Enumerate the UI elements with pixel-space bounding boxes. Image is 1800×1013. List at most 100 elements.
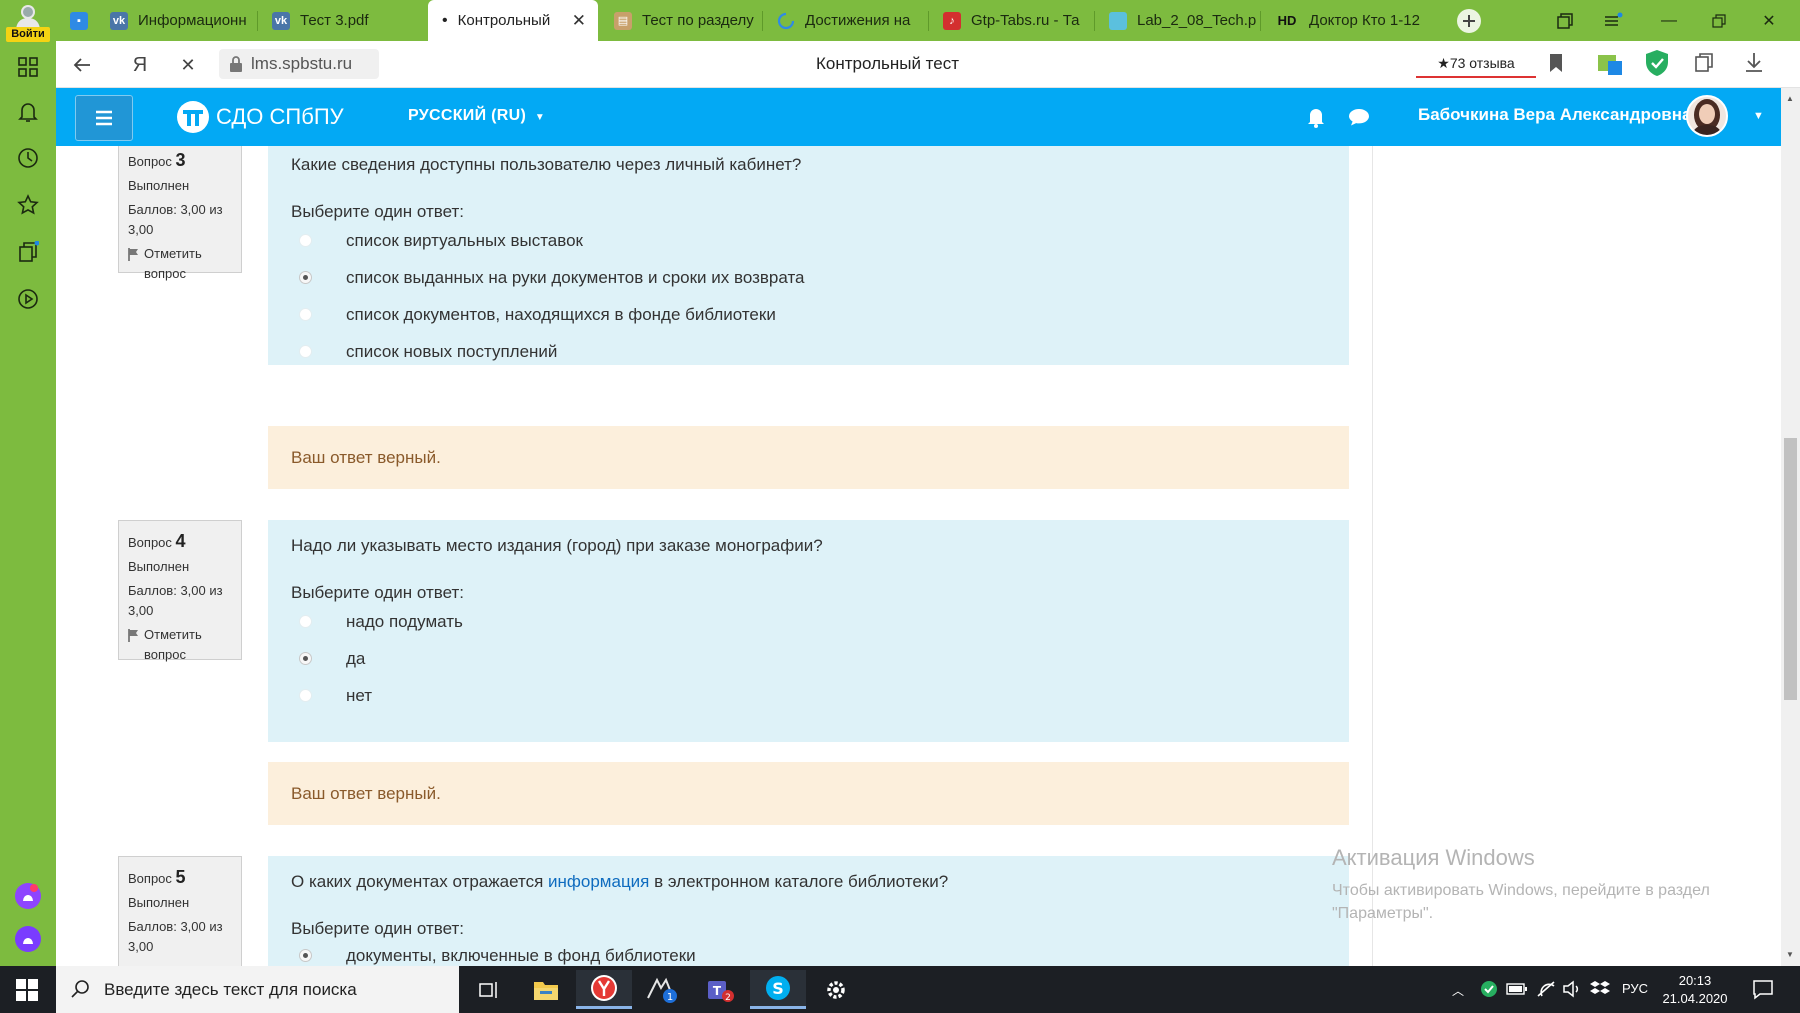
- collections-icon[interactable]: [14, 238, 42, 266]
- notification-bell-icon[interactable]: [1306, 106, 1326, 128]
- tab-2[interactable]: vk Тест 3.pdf: [258, 0, 426, 41]
- tab-7[interactable]: Lab_2_08_Tech.p: [1095, 0, 1261, 41]
- question-status: Выполнен: [128, 178, 190, 193]
- history-icon[interactable]: [14, 144, 42, 172]
- answer-option[interactable]: список документов, находящихся в фонде б…: [291, 296, 1326, 333]
- dropbox-icon[interactable]: [1590, 980, 1610, 998]
- tab-strip: ▪ vk Информационн vk Тест 3.pdf • Контро…: [56, 0, 1800, 41]
- flag-question-link[interactable]: Отметить вопрос: [128, 625, 232, 665]
- tray-expand-icon[interactable]: ︿: [1452, 982, 1464, 999]
- extension-icon[interactable]: [1596, 49, 1624, 77]
- tab-8[interactable]: HD Доктор Кто 1-12: [1261, 0, 1429, 41]
- close-window-icon[interactable]: ✕: [1746, 0, 1792, 41]
- file-explorer-icon[interactable]: [518, 970, 574, 1009]
- downloads-list-icon[interactable]: [1692, 51, 1716, 75]
- option-label: документы, включенные в фонд библиотеки: [346, 945, 696, 965]
- guitar-icon: ♪: [943, 11, 961, 30]
- apps-grid-icon[interactable]: [14, 53, 42, 81]
- back-icon[interactable]: [68, 51, 96, 79]
- radio-button[interactable]: [299, 615, 312, 628]
- tabs-overview-icon[interactable]: [1542, 0, 1588, 41]
- tray-app-icon[interactable]: [1480, 980, 1498, 998]
- scroll-up-arrow-icon[interactable]: ▲: [1786, 94, 1794, 103]
- user-name[interactable]: Бабочкина Вера Александровна: [1418, 105, 1691, 125]
- page-scrollbar[interactable]: ▲ ▼: [1781, 88, 1800, 966]
- profile-icon[interactable]: [14, 2, 42, 30]
- alice-voice-icon[interactable]: [14, 925, 42, 953]
- radio-button-selected[interactable]: [299, 652, 312, 665]
- radio-button[interactable]: [299, 689, 312, 702]
- answer-option[interactable]: список новых поступлений: [291, 333, 1326, 370]
- volume-icon[interactable]: [1562, 980, 1582, 998]
- glossary-link[interactable]: информация: [548, 872, 649, 891]
- reviews-button[interactable]: ★73 отзыва: [1416, 50, 1536, 78]
- book-icon: ▤: [614, 11, 632, 30]
- tab-5[interactable]: Достижения на: [763, 0, 929, 41]
- url-field[interactable]: lms.spbstu.ru: [219, 49, 379, 79]
- question-number: 5: [175, 867, 186, 887]
- scrollbar-thumb[interactable]: [1784, 438, 1797, 700]
- download-icon[interactable]: [1744, 51, 1764, 73]
- protect-shield-icon[interactable]: [1644, 49, 1670, 77]
- yandex-browser-taskbar-icon[interactable]: [576, 970, 632, 1009]
- battery-icon[interactable]: [1506, 982, 1528, 996]
- yandex-icon[interactable]: Я: [126, 51, 154, 79]
- language-label: РУССКИЙ (RU): [408, 107, 527, 124]
- minimize-icon[interactable]: —: [1646, 0, 1692, 41]
- question-label: Вопрос: [128, 154, 172, 169]
- bell-icon[interactable]: [14, 98, 42, 126]
- question-status: Выполнен: [128, 559, 190, 574]
- skype-icon[interactable]: S: [750, 970, 806, 1009]
- messages-icon[interactable]: [1348, 107, 1370, 127]
- radio-button-selected[interactable]: [299, 271, 312, 284]
- answer-option[interactable]: да: [291, 640, 1326, 677]
- taskbar-search-input[interactable]: Введите здесь текст для поиска: [56, 966, 459, 1013]
- radio-button[interactable]: [299, 345, 312, 358]
- stop-loading-icon[interactable]: ✕: [174, 51, 202, 79]
- new-tab-button[interactable]: [1446, 0, 1492, 41]
- play-icon[interactable]: [14, 285, 42, 313]
- language-selector[interactable]: РУССКИЙ (RU) ▼: [408, 107, 545, 125]
- quiz-review-content: Вопрос 3 Выполнен Баллов: 3,00 из 3,00 О…: [56, 146, 1781, 966]
- teams-icon[interactable]: T2: [692, 970, 748, 1009]
- menu-icon[interactable]: [1590, 0, 1636, 41]
- alice-assistant-icon[interactable]: [14, 882, 42, 910]
- bookmark-icon[interactable]: [1548, 53, 1564, 73]
- radio-button-selected[interactable]: [299, 949, 312, 962]
- wifi-icon[interactable]: [1536, 980, 1556, 998]
- tab-1[interactable]: vk Информационн: [96, 0, 258, 41]
- input-language-indicator[interactable]: РУС: [1622, 981, 1648, 996]
- system-clock[interactable]: 20:13 21.04.2020: [1660, 972, 1730, 1008]
- radio-button[interactable]: [299, 234, 312, 247]
- close-tab-icon[interactable]: ✕: [572, 11, 586, 31]
- tab-3-active[interactable]: • Контрольный ✕: [428, 0, 598, 41]
- notes-app-icon[interactable]: 1: [634, 970, 690, 1009]
- flag-icon: [128, 248, 139, 261]
- avatar[interactable]: [1686, 95, 1728, 137]
- hamburger-menu-button[interactable]: [75, 95, 133, 141]
- settings-gear-icon[interactable]: [808, 970, 864, 1009]
- radio-button[interactable]: [299, 308, 312, 321]
- tab-6[interactable]: ♪ Gtp-Tabs.ru - Та: [929, 0, 1095, 41]
- answer-option[interactable]: список выданных на руки документов и сро…: [291, 259, 1326, 296]
- url-text: lms.spbstu.ru: [251, 54, 353, 73]
- answer-option[interactable]: список виртуальных выставок: [291, 222, 1326, 259]
- flag-question-link[interactable]: Отметить вопрос: [128, 244, 232, 284]
- tab-4[interactable]: ▤ Тест по разделу: [600, 0, 763, 41]
- action-center-icon[interactable]: [1752, 978, 1774, 1000]
- user-menu-caret-icon[interactable]: ▼: [1753, 110, 1764, 122]
- tab-0[interactable]: ▪: [56, 0, 96, 41]
- tab-title: Gtp-Tabs.ru - Та: [971, 12, 1080, 29]
- restore-icon[interactable]: [1696, 0, 1742, 41]
- question-box-4: Надо ли указывать место издания (город) …: [268, 520, 1349, 742]
- star-icon[interactable]: [14, 191, 42, 219]
- answer-option[interactable]: нет: [291, 677, 1326, 714]
- scroll-down-arrow-icon[interactable]: ▼: [1786, 950, 1794, 959]
- answer-option[interactable]: документы, включенные в фонд библиотеки: [291, 937, 1326, 966]
- login-button[interactable]: Войти: [6, 27, 50, 42]
- site-logo[interactable]: СДО СПбПУ: [176, 100, 344, 134]
- answer-option[interactable]: надо подумать: [291, 603, 1326, 640]
- windows-start-icon[interactable]: [16, 979, 38, 1001]
- task-view-icon[interactable]: [460, 970, 516, 1009]
- tab-title: Тест по разделу: [642, 12, 754, 29]
